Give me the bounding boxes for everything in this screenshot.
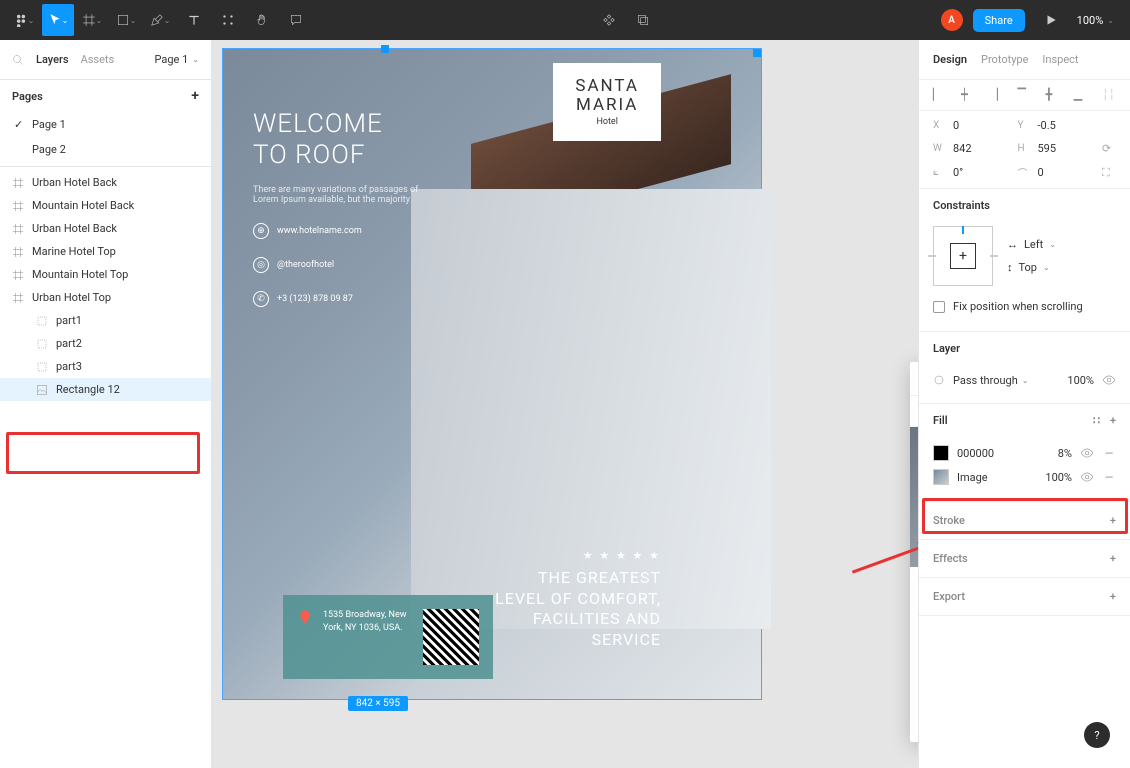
address-card: 1535 Broadway, New York, NY 1036, USA.	[283, 595, 493, 679]
fix-position-label: Fix position when scrolling	[953, 300, 1083, 313]
slider-saturation[interactable]: Saturation	[910, 617, 918, 642]
constraint-v-select[interactable]: ↕ Top ⌄	[1007, 261, 1056, 274]
layer-item-part1[interactable]: part1	[0, 309, 211, 332]
present-button[interactable]	[1035, 4, 1067, 36]
w-input[interactable]: 842	[953, 142, 1012, 155]
inspect-tab[interactable]: Inspect	[1042, 53, 1078, 66]
annotation-arrow	[852, 543, 918, 573]
layer-item-part2[interactable]: part2	[0, 332, 211, 355]
constraints-header: Constraints	[919, 189, 1130, 222]
qr-code	[423, 609, 479, 665]
resources-button[interactable]	[212, 4, 244, 36]
prototype-tab[interactable]: Prototype	[981, 53, 1028, 66]
layer-opacity-input[interactable]: 100%	[1067, 374, 1094, 387]
image-preview: Choose image	[910, 427, 918, 567]
pages-header: Pages	[12, 90, 43, 103]
h-input[interactable]: 595	[1038, 142, 1097, 155]
layer-item-urban-hotel-back[interactable]: Urban Hotel Back	[0, 171, 211, 194]
align-v-center-icon[interactable]: ╋	[1046, 88, 1060, 102]
rotation-input[interactable]: 0°	[953, 166, 1012, 179]
slider-shadows[interactable]: Shadows	[910, 717, 918, 742]
blend-icon[interactable]	[933, 374, 945, 386]
link-wh-icon[interactable]: ⟳	[1102, 142, 1116, 155]
align-left-icon[interactable]: ▏	[933, 88, 947, 102]
effects-section[interactable]: Effects+	[919, 540, 1130, 578]
share-button[interactable]: Share	[973, 9, 1025, 32]
image-fill-popup: Image ⌄ Crop⌄ 100% Choose image Exposure…	[910, 362, 918, 742]
x-input[interactable]: 0	[953, 119, 1012, 132]
shape-tool-button[interactable]: ⌄	[110, 4, 142, 36]
slider-contrast[interactable]: Contrast	[910, 592, 918, 617]
layer-item-rectangle-12[interactable]: Rectangle 12	[0, 378, 211, 401]
selected-frame[interactable]: SANTA MARIA Hotel WELCOMETO ROOF There a…	[222, 48, 762, 700]
layers-tab[interactable]: Layers	[36, 53, 69, 66]
dimensions-badge: 842 × 595	[348, 696, 408, 711]
visibility-icon[interactable]	[1102, 373, 1116, 387]
search-icon[interactable]	[12, 54, 24, 66]
slider-highlights[interactable]: Highlights	[910, 692, 918, 717]
tagline: ★ ★ ★ ★ ★ THE GREATESTLEVEL OF COMFORT,F…	[495, 549, 661, 651]
constraints-widget[interactable]: +	[933, 226, 993, 286]
layer-item-part3[interactable]: part3	[0, 355, 211, 378]
design-tab[interactable]: Design	[933, 53, 967, 66]
align-top-icon[interactable]: ▔	[1017, 88, 1031, 102]
hand-tool-button[interactable]	[246, 4, 278, 36]
align-bottom-icon[interactable]: ▁	[1074, 88, 1088, 102]
align-right-icon[interactable]: ▕	[989, 88, 1003, 102]
left-panel: Layers Assets Page 1⌄ Pages + Page 1 Pag…	[0, 40, 212, 768]
blend-mode-select[interactable]: Pass through⌄	[953, 374, 1059, 387]
layer-item-urban-hotel-top[interactable]: Urban Hotel Top	[0, 286, 211, 309]
pen-tool-button[interactable]: ⌄	[144, 4, 176, 36]
contact-instagram: ◎@theroofhotel	[253, 257, 731, 273]
right-panel: Design Prototype Inspect ▏ ┿ ▕ ▔ ╋ ▁ ╎╎ …	[918, 40, 1130, 768]
fix-position-checkbox[interactable]	[933, 301, 945, 313]
slider-temperature[interactable]: Temperature	[910, 642, 918, 667]
page-selector[interactable]: Page 1⌄	[155, 53, 200, 66]
frame-tool-button[interactable]: ⌄	[76, 4, 108, 36]
help-button[interactable]: ?	[1084, 722, 1110, 748]
figma-menu-button[interactable]: ⌄	[8, 4, 40, 36]
text-tool-button[interactable]	[178, 4, 210, 36]
corner-input[interactable]: 0	[1038, 166, 1097, 179]
comment-tool-button[interactable]	[280, 4, 312, 36]
page-item-page-2[interactable]: Page 2	[0, 137, 211, 162]
y-input[interactable]: -0.5	[1038, 119, 1097, 132]
hotel-badge: SANTA MARIA Hotel	[553, 63, 661, 141]
welcome-subtext: There are many variations of passages of…	[253, 185, 453, 205]
slider-tint[interactable]: Tint	[910, 667, 918, 692]
align-h-center-icon[interactable]: ┿	[961, 88, 975, 102]
contact-phone: ✆+3 (123) 878 09 87	[253, 291, 731, 307]
layer-header: Layer	[919, 332, 1130, 365]
components-icon[interactable]	[593, 4, 625, 36]
contact-website: ⊕www.hotelname.com	[253, 223, 731, 239]
layer-item-mountain-hotel-top[interactable]: Mountain Hotel Top	[0, 263, 211, 286]
independent-corners-icon[interactable]: ⛶	[1102, 166, 1116, 180]
layer-item-urban-hotel-back[interactable]: Urban Hotel Back	[0, 217, 211, 240]
add-fill-button[interactable]: +	[1110, 414, 1116, 427]
canvas[interactable]: SANTA MARIA Hotel WELCOMETO ROOF There a…	[212, 40, 918, 768]
layer-item-marine-hotel-top[interactable]: Marine Hotel Top	[0, 240, 211, 263]
alignment-bar: ▏ ┿ ▕ ▔ ╋ ▁ ╎╎	[919, 80, 1130, 111]
layer-item-mountain-hotel-back[interactable]: Mountain Hotel Back	[0, 194, 211, 217]
user-avatar[interactable]: A	[941, 9, 963, 31]
page-item-page-1[interactable]: Page 1	[0, 112, 211, 137]
zoom-dropdown[interactable]: 100%⌄	[1069, 14, 1122, 27]
fill-styles-icon[interactable]: ∷	[1093, 414, 1100, 427]
stroke-section[interactable]: Stroke+	[919, 502, 1130, 540]
fill-row-1[interactable]: Image100%—	[933, 465, 1116, 489]
constraint-h-select[interactable]: ↔ Left ⌄	[1007, 238, 1056, 251]
add-page-button[interactable]: +	[191, 88, 199, 104]
top-toolbar: ⌄ ⌄ ⌄ ⌄ ⌄ A Share 100%⌄	[0, 0, 1130, 40]
distribute-icon[interactable]: ╎╎	[1102, 88, 1116, 102]
fill-header: Fill	[933, 414, 948, 427]
assets-tab[interactable]: Assets	[81, 53, 115, 66]
export-section[interactable]: Export+	[919, 578, 1130, 616]
pin-icon	[297, 609, 313, 625]
mask-icon[interactable]	[627, 4, 659, 36]
fill-row-0[interactable]: 0000008%—	[933, 441, 1116, 465]
move-tool-button[interactable]: ⌄	[42, 4, 74, 36]
slider-exposure[interactable]: Exposure	[910, 567, 918, 592]
